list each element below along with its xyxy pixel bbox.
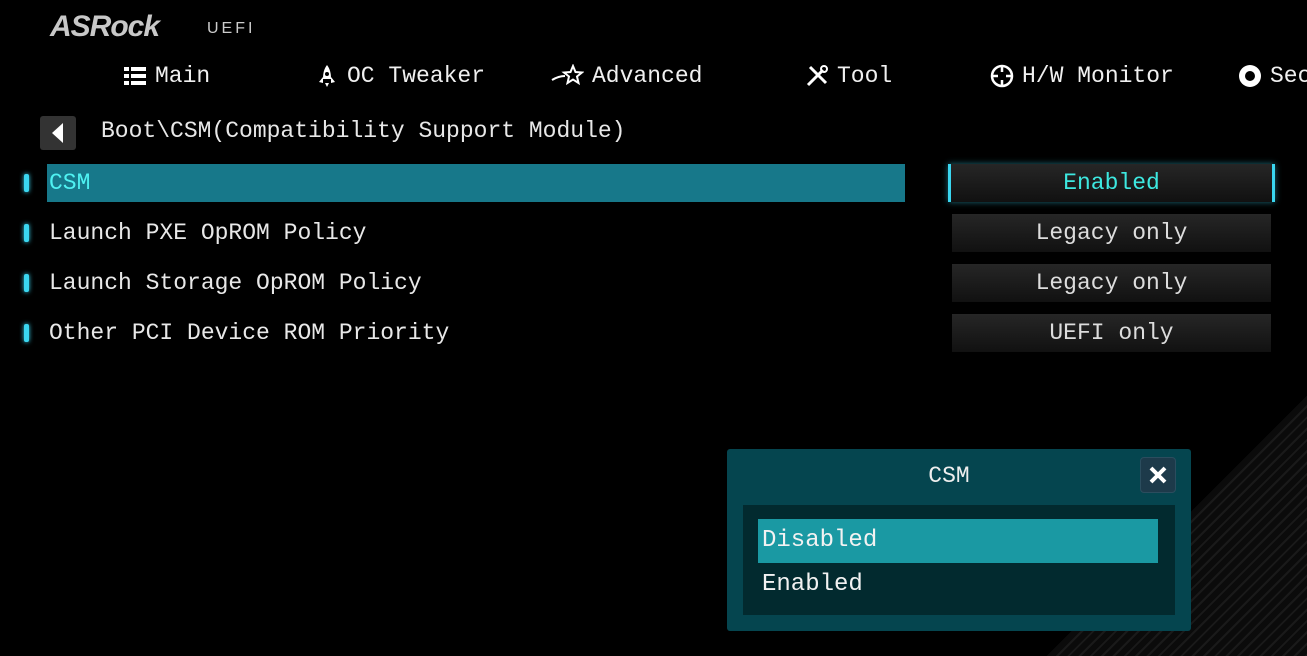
setting-value-csm[interactable]: Enabled bbox=[948, 164, 1275, 202]
close-button[interactable] bbox=[1140, 457, 1176, 493]
tab-advanced[interactable]: Advanced bbox=[550, 60, 702, 92]
setting-launch-storage-oprom-policy[interactable]: Launch Storage OpROM Policy bbox=[0, 264, 905, 302]
tab-oc-tweaker[interactable]: OC Tweaker bbox=[315, 60, 485, 92]
tab-label: Advanced bbox=[592, 63, 703, 89]
star-icon bbox=[551, 64, 584, 86]
setting-other-pci-device-rom-priority[interactable]: Other PCI Device ROM Priority bbox=[0, 314, 905, 352]
tools-icon bbox=[806, 65, 828, 87]
row-indicator bbox=[24, 274, 29, 292]
tab-label: H/W Monitor bbox=[1022, 63, 1174, 89]
setting-label: Other PCI Device ROM Priority bbox=[49, 320, 450, 346]
tab-label: Tool bbox=[837, 63, 893, 89]
setting-value-storage[interactable]: Legacy only bbox=[952, 264, 1271, 302]
uefi-label: UEFI bbox=[207, 20, 256, 37]
back-button[interactable] bbox=[40, 116, 76, 150]
tab-main[interactable]: Main bbox=[123, 60, 210, 92]
rocket-icon bbox=[319, 65, 335, 87]
tab-tool[interactable]: Tool bbox=[805, 60, 892, 92]
setting-label: CSM bbox=[47, 164, 905, 202]
option-enabled[interactable]: Enabled bbox=[758, 563, 1158, 607]
setting-launch-pxe-oprom-policy[interactable]: Launch PXE OpROM Policy bbox=[0, 214, 905, 252]
csm-option-dialog: CSM Disabled Enabled bbox=[727, 449, 1191, 631]
option-disabled[interactable]: Disabled bbox=[758, 519, 1158, 563]
option-list: Disabled Enabled bbox=[743, 505, 1175, 615]
breadcrumb: Boot\CSM(Compatibility Support Module) bbox=[101, 118, 626, 144]
setting-label: Launch PXE OpROM Policy bbox=[49, 220, 367, 246]
row-indicator bbox=[24, 324, 29, 342]
arrow-left-icon bbox=[52, 123, 63, 143]
setting-csm[interactable]: CSM bbox=[0, 164, 905, 202]
list-icon bbox=[124, 67, 146, 85]
setting-value-pxe[interactable]: Legacy only bbox=[952, 214, 1271, 252]
tab-security[interactable]: Sec bbox=[1238, 60, 1307, 92]
setting-value-other-pci[interactable]: UEFI only bbox=[952, 314, 1271, 352]
tab-label: Sec bbox=[1270, 63, 1307, 89]
tab-label: OC Tweaker bbox=[347, 63, 486, 89]
tab-label: Main bbox=[155, 63, 211, 89]
row-indicator bbox=[24, 224, 29, 242]
tab-hw-monitor[interactable]: H/W Monitor bbox=[990, 60, 1174, 92]
asrock-logo: ASRock bbox=[50, 10, 160, 43]
dialog-title: CSM bbox=[928, 463, 970, 489]
setting-label: Launch Storage OpROM Policy bbox=[49, 270, 422, 296]
close-icon bbox=[1149, 466, 1167, 484]
row-indicator bbox=[24, 174, 29, 192]
crosshair-icon bbox=[990, 64, 1014, 88]
shield-icon bbox=[1239, 65, 1261, 87]
